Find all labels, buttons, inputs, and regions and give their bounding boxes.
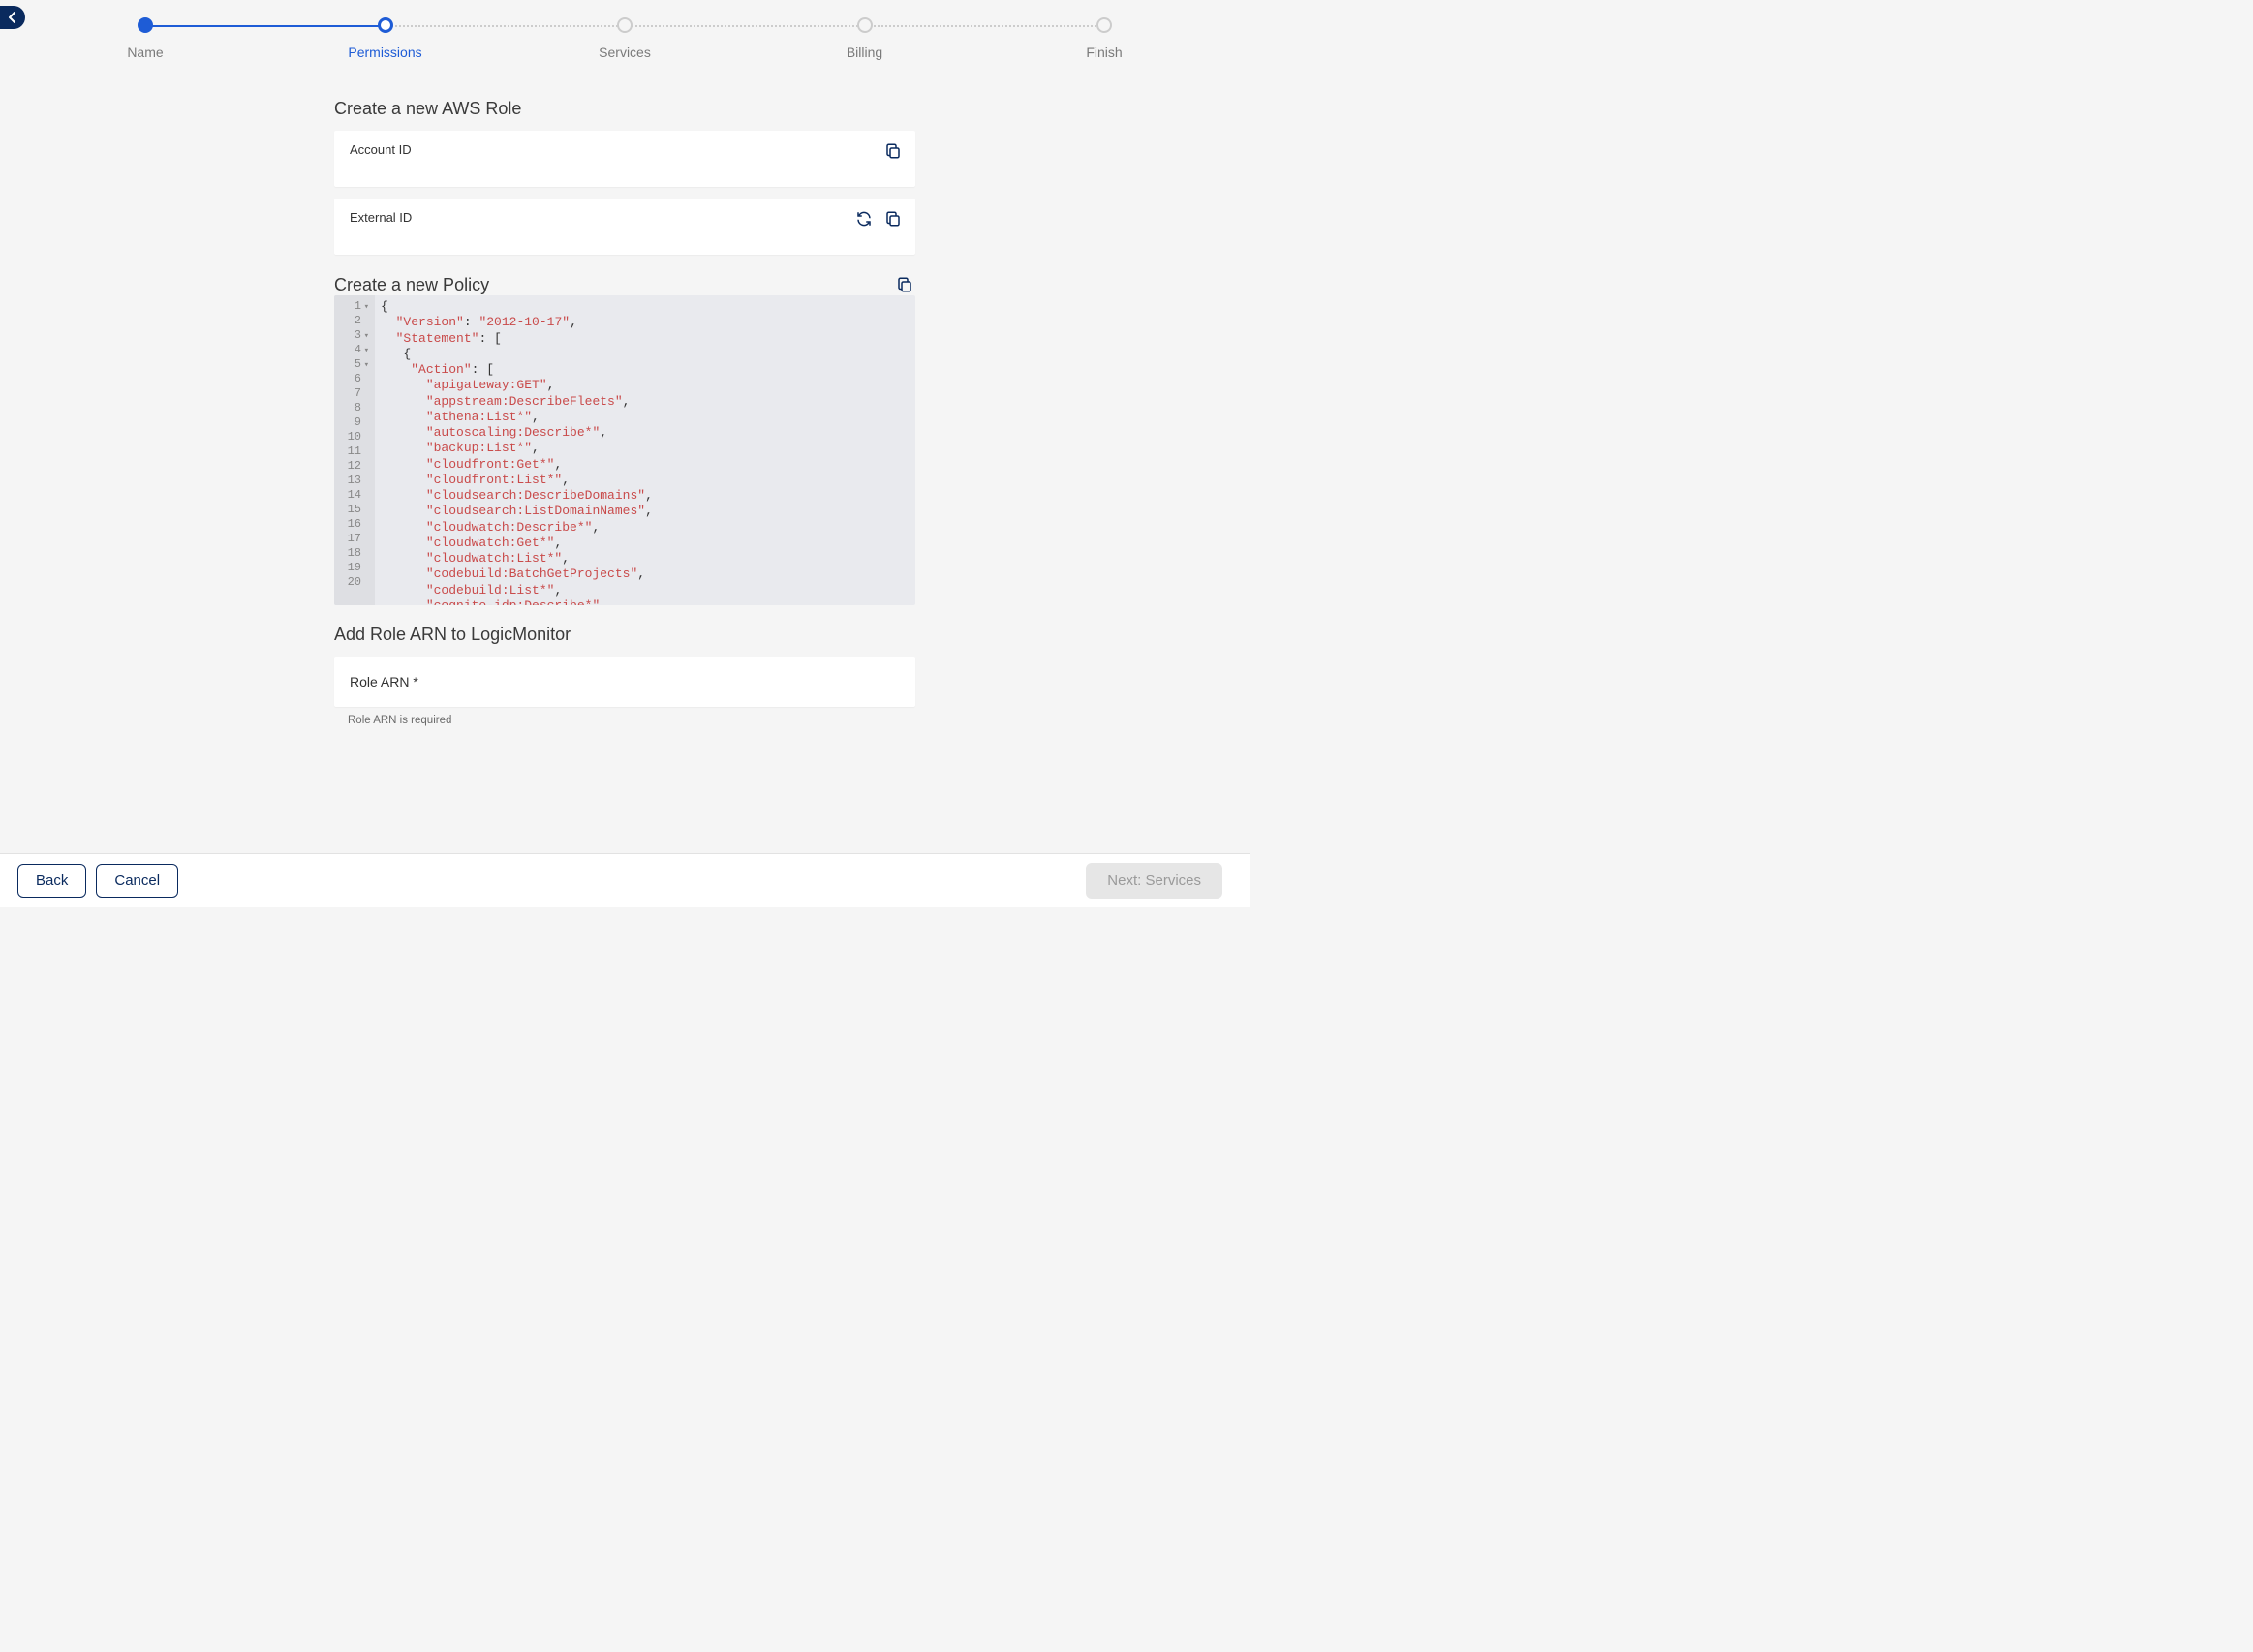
code-line: "cognito-idp:Describe*", (381, 598, 910, 605)
step-permissions[interactable]: Permissions (337, 17, 434, 60)
wizard-stepper: Name Permissions Services Billing Finish (97, 0, 1153, 60)
code-line: { (381, 299, 910, 315)
gutter-line: 10 (336, 430, 373, 444)
step-label: Finish (1086, 45, 1122, 60)
fold-marker-icon[interactable]: ▾ (361, 302, 369, 313)
add-arn-title: Add Role ARN to LogicMonitor (334, 625, 915, 645)
code-line: "cloudwatch:List*", (381, 551, 910, 566)
code-line: { (381, 347, 910, 362)
code-line: "cloudfront:List*", (381, 473, 910, 488)
wizard-footer: Back Cancel Next: Services (0, 853, 1250, 907)
gutter-line: 15 (336, 503, 373, 517)
step-label: Permissions (348, 45, 421, 60)
copy-account-id-button[interactable] (882, 140, 904, 162)
fold-marker-icon[interactable]: ▾ (361, 331, 369, 342)
gutter-line: 5 ▾ (336, 357, 373, 372)
gutter-line: 20 (336, 575, 373, 590)
code-line: "cloudsearch:DescribeDomains", (381, 488, 910, 504)
gutter-line: 11 (336, 444, 373, 459)
code-line: "autoscaling:Describe*", (381, 425, 910, 441)
gutter-line: 9 (336, 415, 373, 430)
code-line: "Action": [ (381, 362, 910, 378)
step-label: Billing (847, 45, 882, 60)
code-line: "codebuild:List*", (381, 583, 910, 598)
copy-icon (884, 142, 902, 160)
step-label: Name (127, 45, 163, 60)
role-arn-helper: Role ARN is required (348, 715, 915, 726)
code-line: "Statement": [ (381, 331, 910, 347)
code-gutter: 1 ▾23 ▾4 ▾5 ▾67891011121314151617181920 (334, 295, 375, 605)
create-policy-title: Create a new Policy (334, 275, 489, 295)
copy-external-id-button[interactable] (882, 208, 904, 229)
fold-marker-icon[interactable]: ▾ (361, 346, 369, 356)
code-line: "codebuild:BatchGetProjects", (381, 566, 910, 582)
gutter-line: 12 (336, 459, 373, 474)
step-circle-completed (138, 17, 153, 33)
step-billing: Billing (817, 17, 913, 60)
cancel-button[interactable]: Cancel (96, 864, 178, 898)
code-line: "cloudsearch:ListDomainNames", (381, 504, 910, 519)
gutter-line: 14 (336, 488, 373, 503)
code-line: "appstream:DescribeFleets", (381, 394, 910, 410)
account-id-label: Account ID (350, 142, 900, 157)
fold-marker-icon[interactable]: ▾ (361, 360, 369, 371)
code-line: "cloudfront:Get*", (381, 457, 910, 473)
main-content: Create a new AWS Role Account ID Externa… (334, 99, 915, 726)
role-arn-label: Role ARN * (350, 674, 900, 689)
gutter-line: 4 ▾ (336, 343, 373, 357)
copy-icon (896, 276, 913, 293)
step-services: Services (576, 17, 673, 60)
copy-icon (884, 210, 902, 228)
sidebar-expand-tab[interactable] (0, 6, 25, 29)
gutter-line: 2 (336, 314, 373, 328)
gutter-line: 19 (336, 561, 373, 575)
role-arn-field[interactable]: Role ARN * (334, 657, 915, 707)
step-circle-upcoming (617, 17, 633, 33)
gutter-line: 7 (336, 386, 373, 401)
copy-policy-button[interactable] (894, 274, 915, 295)
gutter-line: 18 (336, 546, 373, 561)
step-name[interactable]: Name (97, 17, 194, 60)
code-line: "Version": "2012-10-17", (381, 315, 910, 330)
gutter-line: 6 (336, 372, 373, 386)
external-id-label: External ID (350, 210, 900, 225)
step-label: Services (599, 45, 651, 60)
refresh-icon (855, 210, 873, 228)
back-button[interactable]: Back (17, 864, 86, 898)
code-line: "athena:List*", (381, 410, 910, 425)
gutter-line: 8 (336, 401, 373, 415)
step-circle-upcoming (857, 17, 873, 33)
refresh-external-id-button[interactable] (853, 208, 875, 229)
code-body[interactable]: { "Version": "2012-10-17", "Statement": … (375, 295, 915, 605)
code-line: "apigateway:GET", (381, 378, 910, 393)
step-circle-current (378, 17, 393, 33)
gutter-line: 16 (336, 517, 373, 532)
code-line: "backup:List*", (381, 441, 910, 456)
next-button[interactable]: Next: Services (1086, 863, 1222, 899)
step-circle-upcoming (1096, 17, 1112, 33)
external-id-card: External ID (334, 199, 915, 255)
code-line: "cloudwatch:Get*", (381, 535, 910, 551)
create-role-title: Create a new AWS Role (334, 99, 915, 119)
gutter-line: 1 ▾ (336, 299, 373, 314)
policy-code-editor[interactable]: 1 ▾23 ▾4 ▾5 ▾67891011121314151617181920 … (334, 295, 915, 605)
account-id-card: Account ID (334, 131, 915, 187)
chevron-left-icon (8, 12, 17, 23)
gutter-line: 13 (336, 474, 373, 488)
gutter-line: 3 ▾ (336, 328, 373, 343)
gutter-line: 17 (336, 532, 373, 546)
code-line: "cloudwatch:Describe*", (381, 520, 910, 535)
step-finish: Finish (1056, 17, 1153, 60)
